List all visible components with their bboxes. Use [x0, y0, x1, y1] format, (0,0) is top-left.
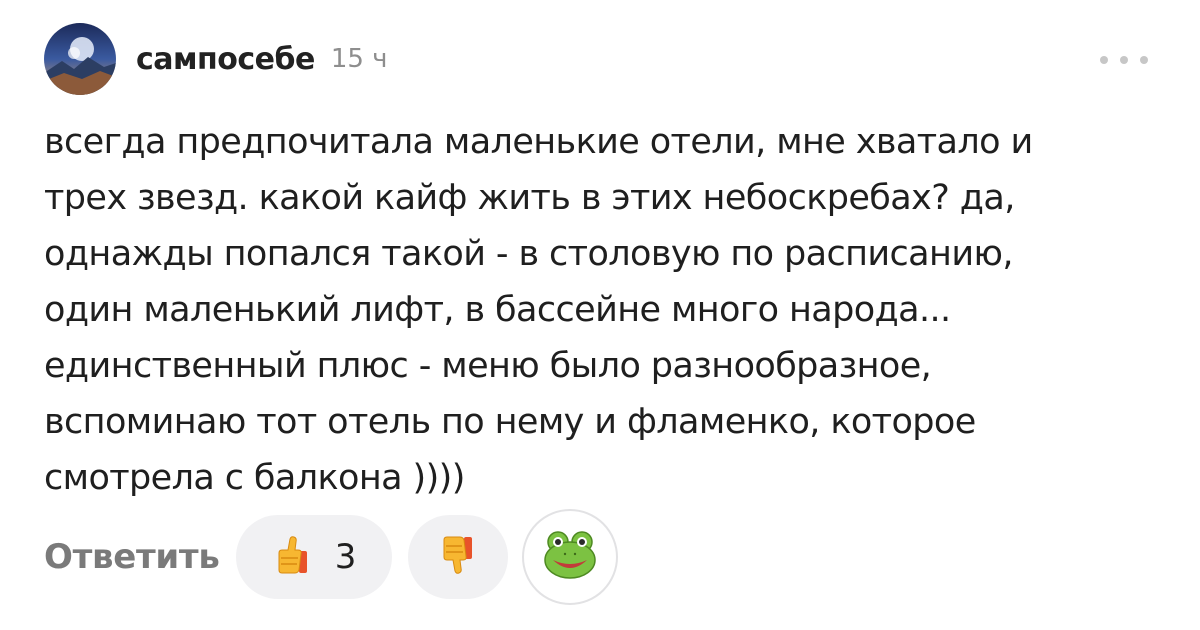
comment-text-line: трех звезд. какой кайф жить в этих небос… [44, 178, 1015, 218]
like-count: 3 [334, 537, 357, 577]
like-button[interactable]: 3 [235, 515, 392, 599]
comment-actions: Ответить 3 [44, 509, 618, 605]
comment-text-line: однажды попался такой - в столовую по ра… [44, 234, 1013, 274]
comment-card: сампосебе 15 ч всегда предпочитала мален… [0, 0, 1200, 630]
thumbs-up-icon [271, 533, 315, 581]
timestamp: 15 ч [330, 44, 388, 74]
comment-text-line: один маленький лифт, в бассейне много на… [44, 290, 951, 330]
more-dot [1120, 56, 1128, 64]
avatar[interactable] [44, 23, 116, 95]
comment-header: сампосебе 15 ч [44, 22, 388, 96]
author-name[interactable]: сампосебе [136, 42, 315, 77]
comment-text-line: вспоминаю тот отель по нему и фламенко, … [44, 402, 976, 442]
more-dot [1100, 56, 1108, 64]
comment-text-line: единственный плюс - меню было разнообраз… [44, 346, 932, 386]
dislike-button[interactable] [407, 515, 508, 599]
comment-text-line: всегда предпочитала маленькие отели, мне… [44, 122, 1033, 162]
frog-emoji-icon [543, 530, 597, 584]
more-dots-icon[interactable] [1100, 48, 1148, 72]
comment-text-line: смотрела с балкона )))) [44, 458, 465, 498]
reaction-button[interactable] [521, 509, 618, 605]
reply-button[interactable]: Ответить [44, 537, 220, 577]
more-dot [1140, 56, 1148, 64]
thumbs-down-icon [436, 533, 480, 581]
comment-text: всегда предпочитала маленькие отели, мне… [44, 114, 1154, 506]
